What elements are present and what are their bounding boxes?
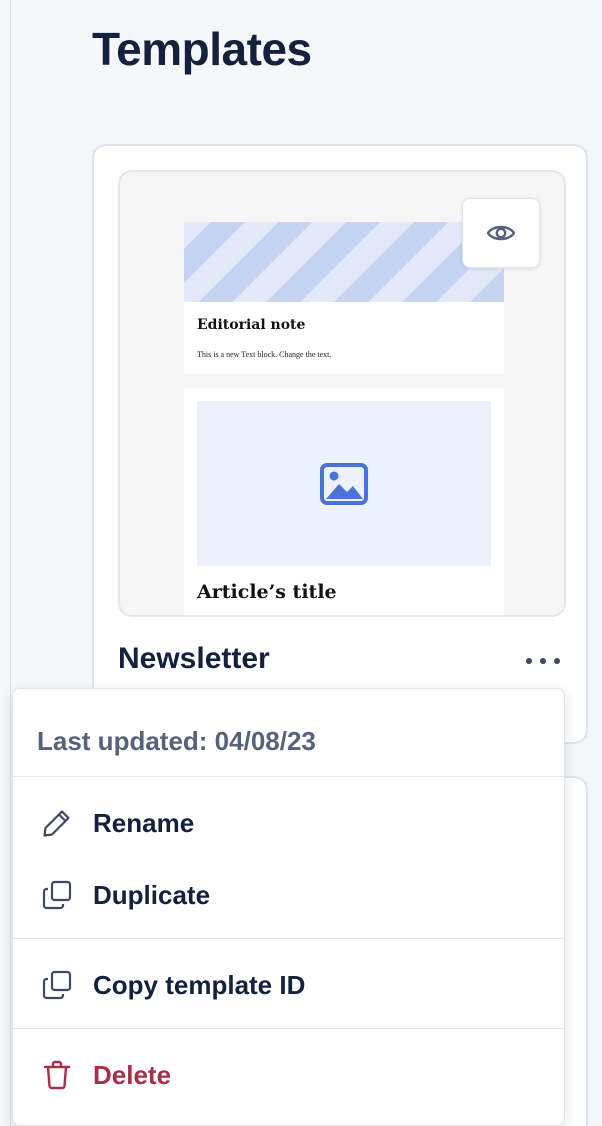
- copy-icon: [42, 970, 72, 1000]
- preview-button[interactable]: [462, 198, 540, 268]
- template-name: Newsletter: [118, 642, 270, 675]
- menu-item-duplicate[interactable]: Duplicate: [13, 867, 564, 923]
- image-icon: [320, 462, 368, 505]
- preview-editorial-title: Editorial note: [197, 317, 306, 333]
- menu-item-copy-template-id[interactable]: Copy template ID: [13, 957, 564, 1013]
- more-options-button[interactable]: [526, 654, 560, 668]
- more-horizontal-icon: [526, 658, 532, 664]
- trash-icon: [43, 1060, 71, 1090]
- template-card[interactable]: Editorial note This is a new Text block.…: [92, 144, 588, 744]
- duplicate-icon: [42, 880, 72, 910]
- template-context-menu: Last updated: 04/08/23 Rename Duplicate …: [12, 688, 565, 1126]
- menu-item-label: Duplicate: [93, 879, 211, 910]
- preview-editorial-body: This is a new Text block. Change the tex…: [197, 350, 332, 359]
- menu-divider: [13, 776, 564, 777]
- menu-divider: [13, 1028, 564, 1029]
- sidebar-divider: [10, 0, 11, 1126]
- eye-icon: [486, 225, 516, 241]
- preview-image-placeholder: [197, 401, 491, 566]
- pencil-icon: [43, 810, 70, 837]
- template-preview[interactable]: Editorial note This is a new Text block.…: [118, 170, 566, 617]
- menu-item-rename[interactable]: Rename: [13, 795, 564, 851]
- menu-divider: [13, 938, 564, 939]
- menu-item-label: Delete: [93, 1059, 172, 1090]
- page-title: Templates: [92, 23, 312, 75]
- menu-item-label: Copy template ID: [93, 969, 306, 1000]
- last-updated-text: Last updated: 04/08/23: [37, 726, 316, 756]
- preview-editorial-block: Editorial note This is a new Text block.…: [184, 222, 504, 374]
- preview-article-block: Article’s title: [184, 388, 504, 615]
- menu-item-delete[interactable]: Delete: [13, 1047, 564, 1103]
- menu-item-label: Rename: [93, 807, 195, 838]
- preview-banner: [184, 222, 504, 302]
- preview-article-title: Article’s title: [197, 581, 337, 603]
